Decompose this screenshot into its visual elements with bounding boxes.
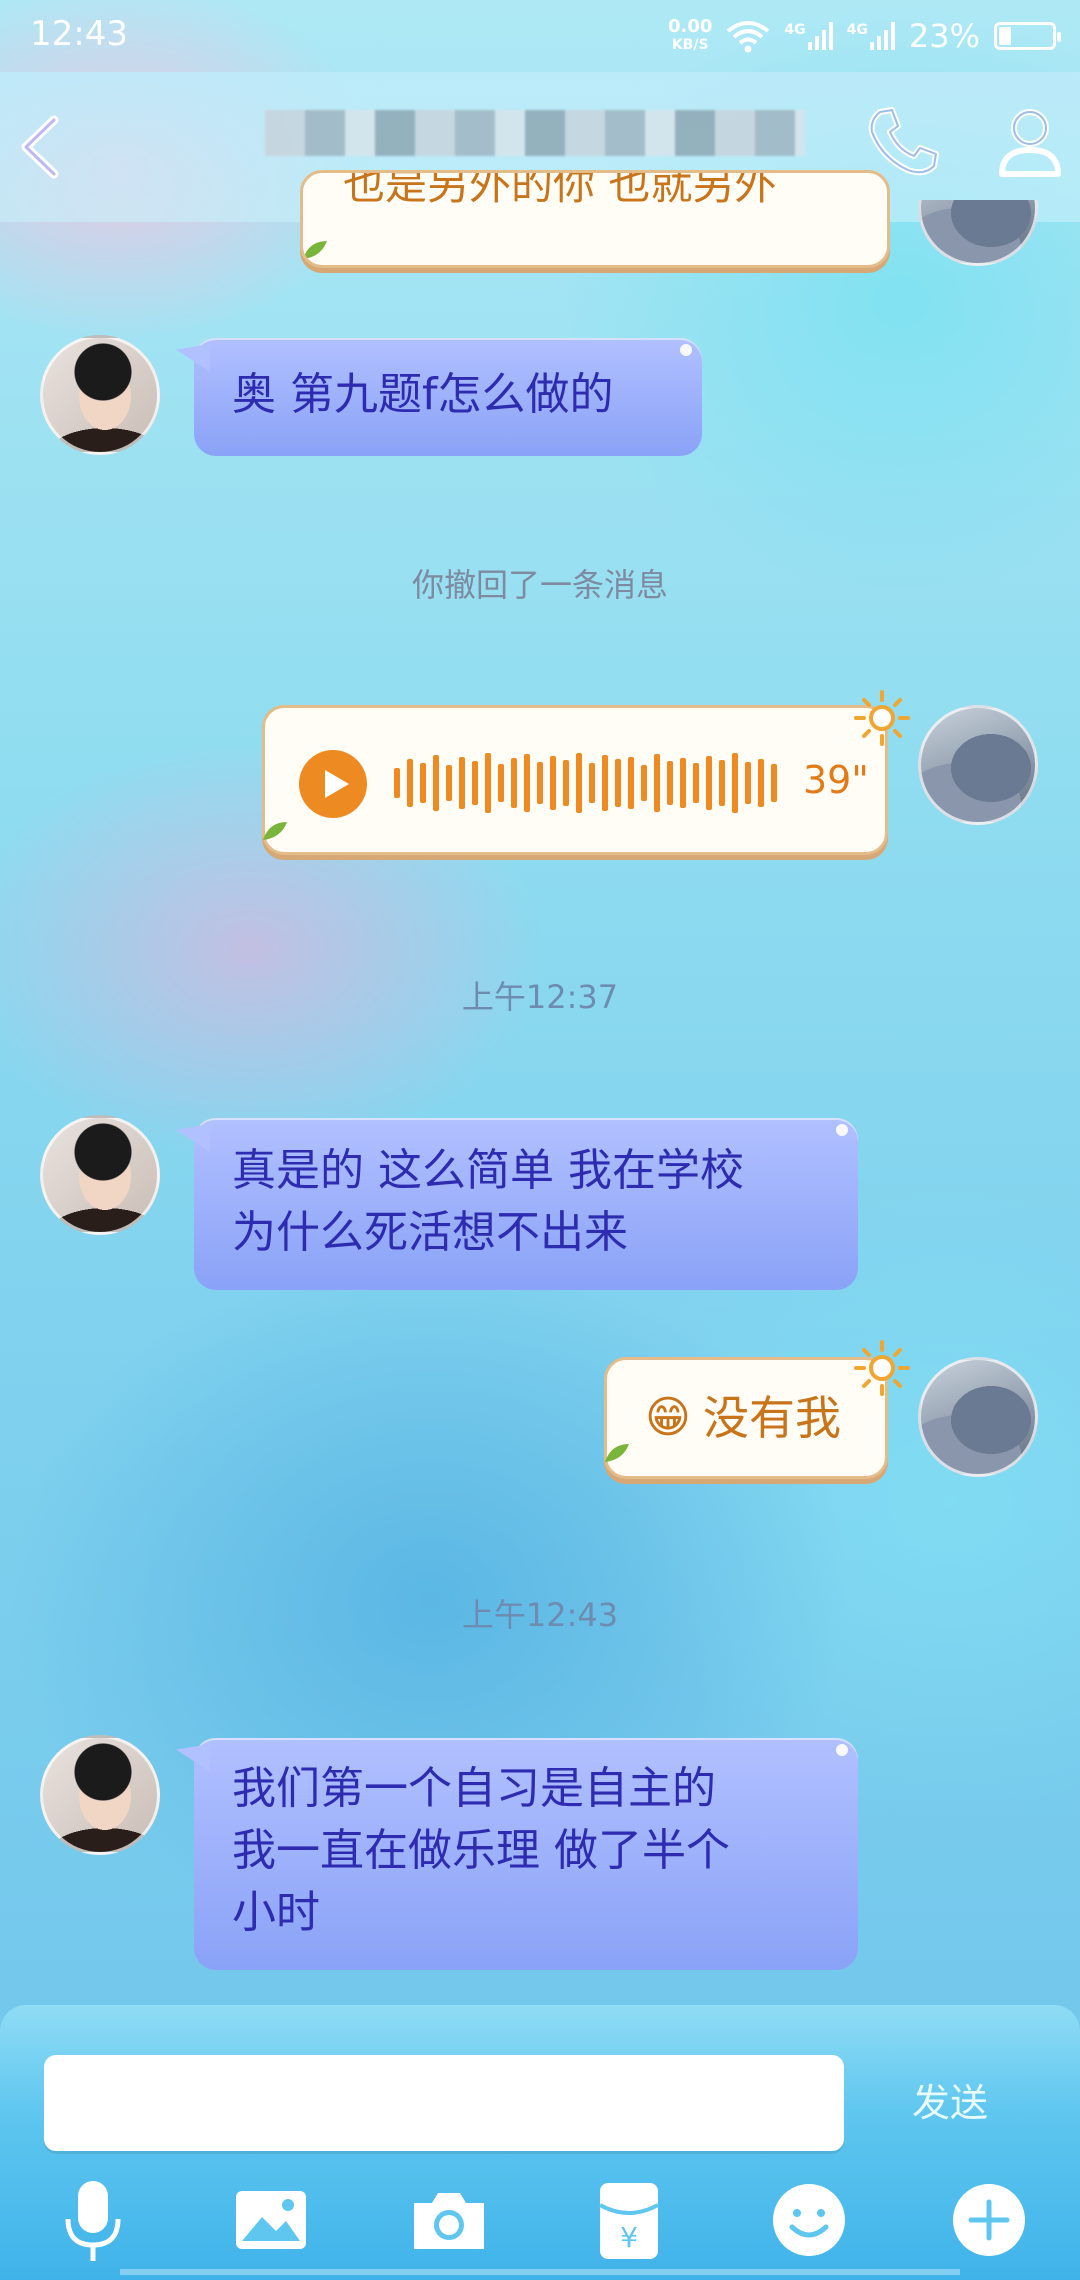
- timestamp: 上午12:43: [461, 1596, 619, 1634]
- voice-waveform-bar: [732, 753, 738, 813]
- profile-icon[interactable]: [990, 102, 1070, 182]
- message-text: 奥 第九题f怎么做的: [232, 369, 614, 420]
- battery-icon: [994, 22, 1061, 50]
- contact-name-redacted[interactable]: [265, 110, 805, 156]
- camera-icon[interactable]: [404, 2175, 494, 2265]
- avatar-contact[interactable]: [40, 1115, 160, 1235]
- avatar-contact[interactable]: [40, 335, 160, 455]
- voice-waveform-bar: [524, 754, 530, 812]
- network-speed: 0.00 KB/S: [668, 18, 712, 54]
- wifi-icon: [727, 21, 770, 53]
- play-icon[interactable]: [297, 748, 369, 820]
- send-button[interactable]: 发送: [880, 2073, 1020, 2133]
- voice-waveform-bar: [615, 759, 621, 807]
- sun-decoration-icon: [854, 1340, 910, 1396]
- voice-waveform-bar: [511, 758, 517, 808]
- image-icon[interactable]: [226, 2175, 316, 2265]
- voice-waveform-bar: [537, 762, 543, 804]
- voice-waveform-bar: [550, 756, 556, 810]
- voice-waveform-bar: [641, 765, 647, 801]
- message-text: 没有我: [703, 1391, 841, 1445]
- status-time: 12:43: [30, 14, 128, 54]
- voice-waveform-bar: [667, 761, 673, 805]
- emoji-icon[interactable]: [764, 2175, 854, 2265]
- message-text-line: 小时: [232, 1887, 320, 1938]
- battery-fill: [999, 27, 1011, 45]
- voice-waveform-bar: [576, 753, 582, 813]
- battery-percent: 23%: [908, 17, 980, 55]
- avatar-self[interactable]: [918, 705, 1038, 825]
- voice-waveform-bar: [758, 759, 764, 807]
- leaf-decoration-icon: [263, 822, 287, 840]
- message-text: 也是另外的你 也就另外: [343, 170, 777, 209]
- message-bubble-incoming[interactable]: 我们第一个自习是自主的 我一直在做乐理 做了半个 小时: [194, 1738, 858, 1970]
- leaf-decoration-icon: [303, 241, 327, 259]
- voice-waveform-bar: [719, 760, 725, 806]
- sim2-label: 4G: [846, 22, 868, 38]
- voice-waveform-bar: [589, 763, 595, 803]
- voice-waveform-bar: [654, 754, 660, 812]
- voice-waveform-bar: [745, 762, 751, 804]
- voice-waveform-bar: [407, 759, 413, 807]
- voice-waveform-bar: [472, 761, 478, 805]
- voice-waveform-bar: [394, 768, 400, 798]
- voice-waveform-bar: [771, 764, 777, 802]
- voice-waveform-bar: [680, 758, 686, 808]
- voice-waveform-bar: [459, 757, 465, 809]
- grinning-emoji-icon: 😁: [645, 1392, 691, 1443]
- signal-icon: 4G: [784, 22, 833, 50]
- voice-waveform-bar: [446, 765, 452, 801]
- voice-waveform-bar: [602, 755, 608, 811]
- voice-waveform: [394, 753, 777, 813]
- message-bubble-outgoing-partial[interactable]: 也是另外的你 也就另外: [300, 170, 890, 268]
- toolbar-divider: [120, 2269, 960, 2275]
- timestamp: 上午12:37: [461, 978, 619, 1016]
- avatar-contact[interactable]: [40, 1735, 160, 1855]
- message-text-line: 我们第一个自习是自主的: [232, 1763, 716, 1814]
- voice-message-bubble[interactable]: 39": [262, 705, 888, 855]
- avatar-self[interactable]: [918, 1357, 1038, 1477]
- message-bubble-outgoing[interactable]: 😁 没有我: [604, 1357, 888, 1479]
- message-input[interactable]: [44, 2055, 844, 2151]
- svg-text:¥: ¥: [620, 2221, 638, 2254]
- signal-icon-2: 4G: [847, 22, 895, 50]
- voice-waveform-bar: [485, 753, 491, 813]
- composer: 发送 ¥: [0, 2005, 1080, 2280]
- status-bar: 12:43 0.00 KB/S 4G 4G 23%: [0, 0, 1080, 72]
- voice-waveform-bar: [498, 764, 504, 802]
- network-speed-unit: KB/S: [671, 37, 709, 53]
- voice-waveform-bar: [706, 756, 712, 810]
- composer-toolbar: ¥: [0, 2175, 1080, 2275]
- voice-duration: 39": [803, 758, 869, 802]
- voice-waveform-bar: [693, 763, 699, 803]
- sun-decoration-icon: [854, 690, 910, 746]
- message-bubble-incoming[interactable]: 真是的 这么简单 我在学校 为什么死活想不出来: [194, 1118, 858, 1290]
- red-packet-icon[interactable]: ¥: [584, 2175, 674, 2265]
- voice-waveform-bar: [420, 763, 426, 803]
- voice-waveform-bar: [563, 760, 569, 806]
- plus-icon[interactable]: [944, 2175, 1034, 2265]
- voice-waveform-bar: [628, 757, 634, 809]
- message-text-line: 我一直在做乐理 做了半个: [232, 1825, 730, 1876]
- message-text-line: 为什么死活想不出来: [232, 1207, 628, 1258]
- sim1-label: 4G: [784, 22, 806, 38]
- message-text-line: 真是的 这么简单 我在学校: [232, 1145, 744, 1196]
- network-speed-value: 0.00: [667, 16, 713, 37]
- microphone-icon[interactable]: [48, 2175, 138, 2265]
- status-indicators: 0.00 KB/S 4G 4G 23%: [668, 12, 1061, 60]
- leaf-decoration-icon: [605, 1444, 629, 1462]
- message-bubble-incoming[interactable]: 奥 第九题f怎么做的: [194, 338, 702, 456]
- voice-waveform-bar: [433, 755, 439, 811]
- recall-notice: 你撤回了一条消息: [411, 566, 668, 604]
